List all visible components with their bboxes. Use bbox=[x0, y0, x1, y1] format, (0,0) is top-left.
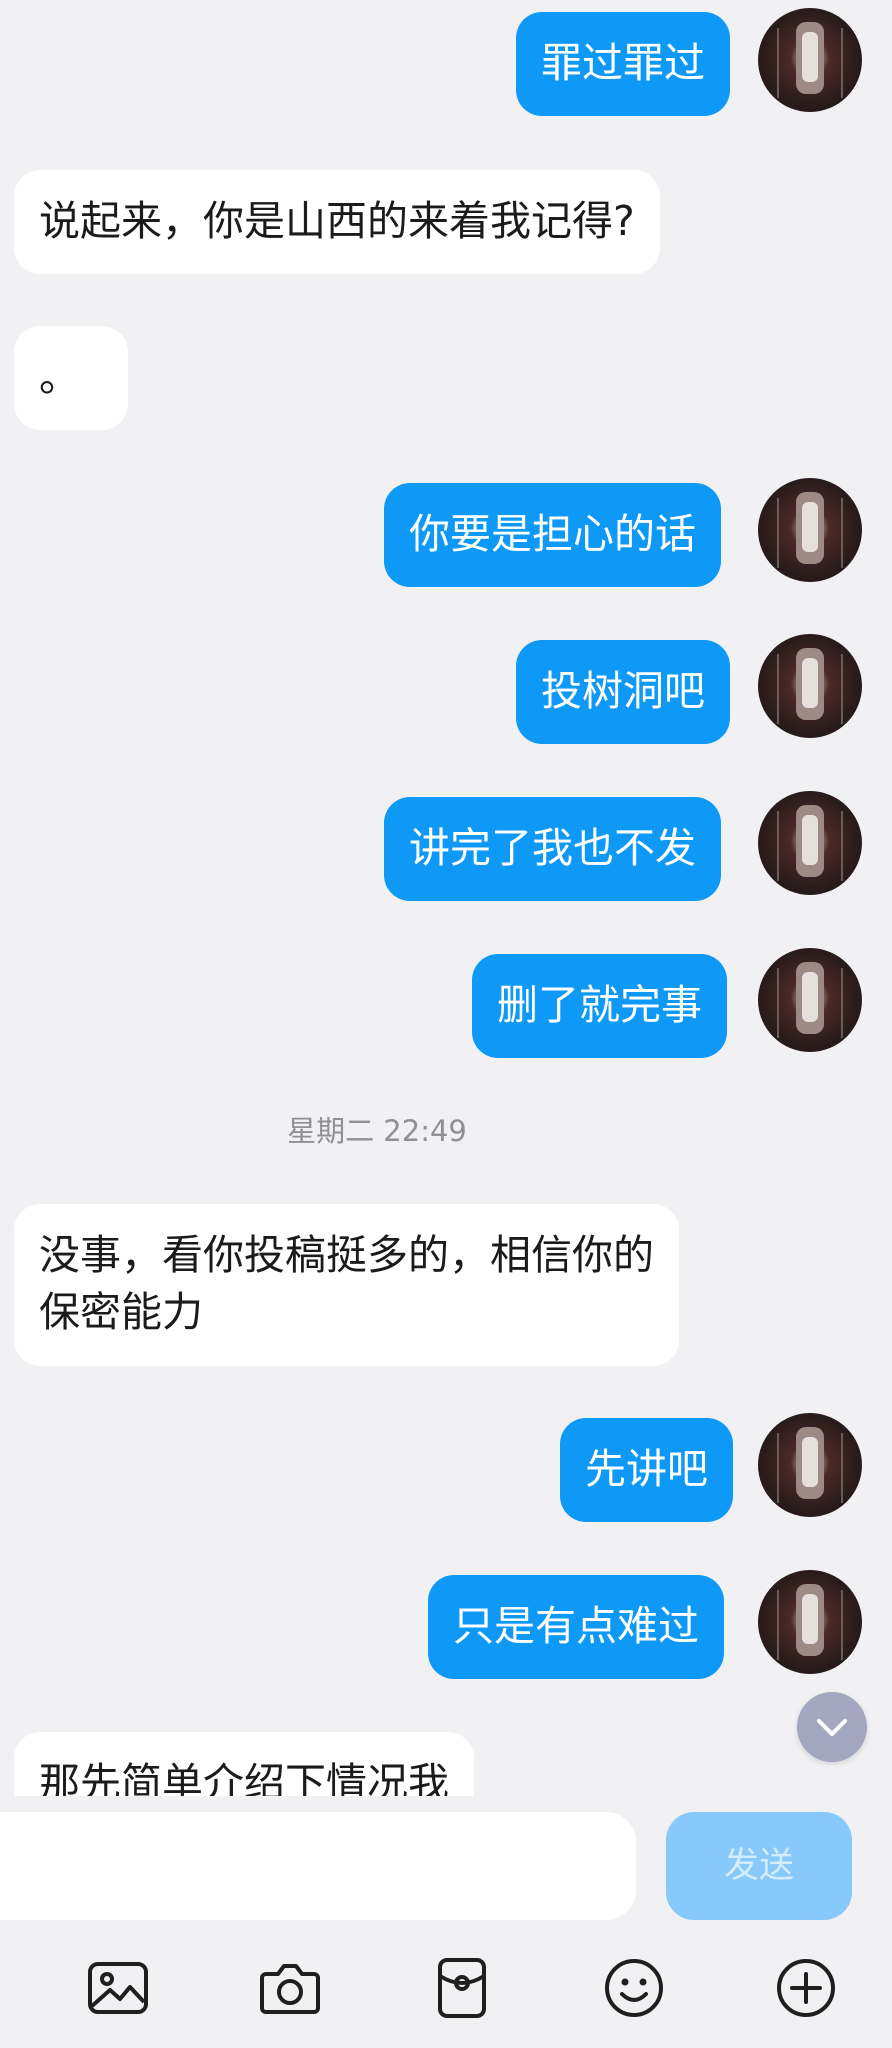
avatar[interactable] bbox=[758, 8, 862, 112]
outgoing-message-bubble[interactable]: 只是有点难过 bbox=[428, 1575, 724, 1679]
incoming-message-bubble[interactable]: 说起来，你是山西的来着我记得? bbox=[14, 170, 660, 274]
avatar[interactable] bbox=[758, 791, 862, 895]
outgoing-message-bubble[interactable]: 投树洞吧 bbox=[516, 640, 730, 744]
outgoing-message-bubble[interactable]: 罪过罪过 bbox=[516, 12, 730, 116]
add-icon[interactable] bbox=[772, 1954, 840, 2022]
avatar[interactable] bbox=[758, 1570, 862, 1674]
message-text: 讲完了我也不发 bbox=[409, 824, 696, 872]
message-text-line: 没事，看你投稿挺多的，相信你的 bbox=[39, 1231, 654, 1279]
message-text: 先讲吧 bbox=[585, 1445, 708, 1493]
send-button[interactable]: 发送 bbox=[666, 1812, 852, 1920]
chevron-down-icon bbox=[817, 1719, 847, 1736]
scroll-to-bottom-button[interactable] bbox=[797, 1692, 867, 1762]
message-input[interactable] bbox=[0, 1812, 636, 1920]
chat-toolbar bbox=[0, 1924, 892, 2048]
outgoing-message-bubble[interactable]: 先讲吧 bbox=[560, 1418, 733, 1522]
message-text: 。 bbox=[39, 353, 80, 401]
red-packet-icon[interactable] bbox=[428, 1954, 496, 2022]
message-text: 投树洞吧 bbox=[541, 667, 705, 715]
message-text: 说起来，你是山西的来着我记得? bbox=[39, 197, 635, 245]
outgoing-message-bubble[interactable]: 讲完了我也不发 bbox=[384, 797, 721, 901]
message-text: 删了就完事 bbox=[497, 981, 702, 1029]
message-text: 罪过罪过 bbox=[541, 39, 705, 87]
incoming-message-bubble[interactable]: 。 bbox=[14, 326, 128, 430]
image-icon[interactable] bbox=[84, 1954, 152, 2022]
camera-icon[interactable] bbox=[256, 1954, 324, 2022]
outgoing-message-bubble[interactable]: 删了就完事 bbox=[472, 954, 727, 1058]
emoji-icon[interactable] bbox=[600, 1954, 668, 2022]
message-input-bar: 发送 bbox=[0, 1796, 892, 1924]
outgoing-message-bubble[interactable]: 你要是担心的话 bbox=[384, 483, 721, 587]
incoming-message-bubble[interactable]: 没事，看你投稿挺多的，相信你的 保密能力 bbox=[14, 1204, 679, 1366]
message-text: 只是有点难过 bbox=[453, 1602, 699, 1650]
avatar[interactable] bbox=[758, 948, 862, 1052]
message-timestamp: 星期二 22:49 bbox=[287, 1114, 467, 1148]
avatar[interactable] bbox=[758, 1413, 862, 1517]
incoming-message-bubble[interactable]: 那先简单介绍下情况我 bbox=[14, 1732, 474, 1796]
message-text-line: 保密能力 bbox=[39, 1288, 203, 1336]
message-text: 那先简单介绍下情况我 bbox=[39, 1759, 449, 1796]
avatar[interactable] bbox=[758, 634, 862, 738]
message-text: 你要是担心的话 bbox=[409, 510, 696, 558]
chat-message-list[interactable]: 罪过罪过 说起来，你是山西的来着我记得? 。 你要是担心的话 投树洞吧 讲完了我… bbox=[0, 0, 892, 1796]
avatar[interactable] bbox=[758, 478, 862, 582]
